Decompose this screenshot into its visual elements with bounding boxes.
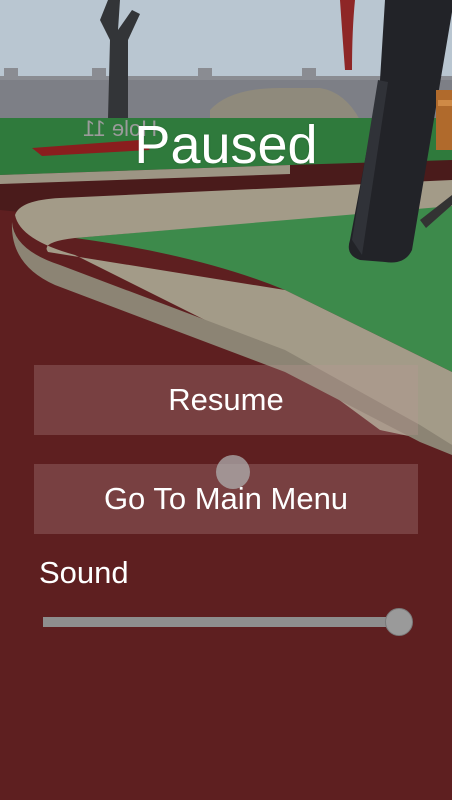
pause-title: Paused (134, 115, 318, 175)
resume-button[interactable]: Resume (34, 365, 418, 435)
touch-joystick-knob[interactable] (216, 455, 250, 489)
sound-slider-handle[interactable] (385, 608, 413, 636)
resume-button-label: Resume (168, 382, 284, 417)
sound-label: Sound (39, 555, 129, 590)
sound-slider-fill (43, 617, 403, 627)
sound-slider-track[interactable] (43, 617, 403, 627)
